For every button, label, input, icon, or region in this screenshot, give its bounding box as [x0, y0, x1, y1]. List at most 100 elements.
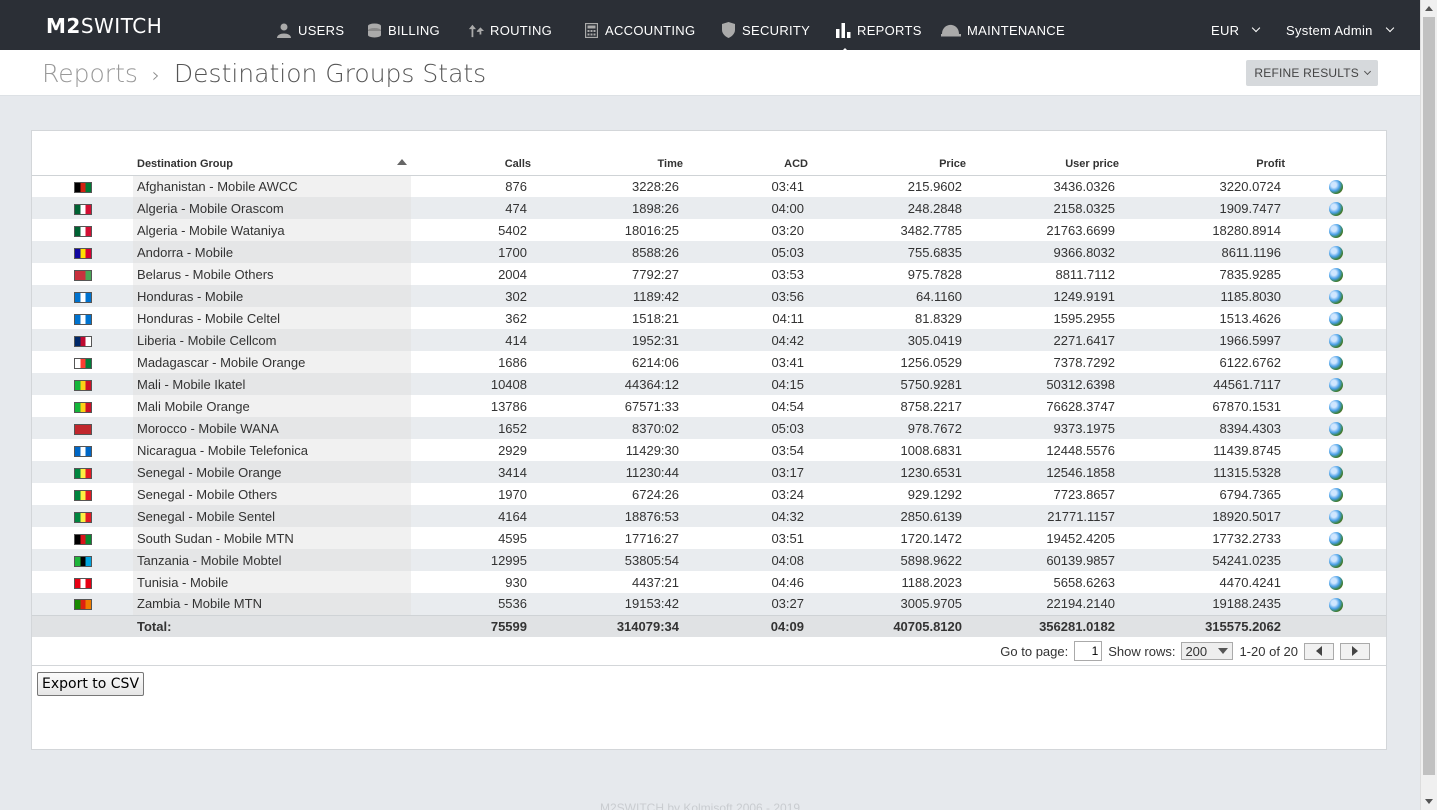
- export-csv-button[interactable]: Export to CSV: [37, 672, 145, 696]
- table-row: Nicaragua - Mobile Telefonica 2929 11429:3…: [32, 439, 1386, 461]
- globe-icon[interactable]: [1328, 531, 1343, 546]
- column-header-time[interactable]: Time: [531, 151, 683, 176]
- show-rows-value: 200: [1185, 643, 1208, 659]
- globe-icon[interactable]: [1328, 421, 1343, 436]
- globe-cell[interactable]: [1285, 197, 1386, 219]
- acd-value: 04:08: [683, 549, 808, 571]
- currency-dropdown[interactable]: EUR: [1211, 18, 1261, 42]
- globe-icon[interactable]: [1328, 399, 1343, 414]
- profit-value: 3220.0724: [1119, 175, 1285, 197]
- breadcrumb-reports-link[interactable]: Reports: [42, 59, 138, 88]
- nav-maintenance[interactable]: MAINTENANCE: [941, 18, 1065, 42]
- globe-icon[interactable]: [1328, 311, 1343, 326]
- goto-page-input[interactable]: [1074, 641, 1103, 661]
- globe-icon[interactable]: [1328, 443, 1343, 458]
- globe-icon[interactable]: [1328, 553, 1343, 568]
- price-value: 8758.2217: [808, 395, 966, 417]
- country-flag-icon: [73, 357, 92, 369]
- globe-cell[interactable]: [1285, 307, 1386, 329]
- globe-icon[interactable]: [1328, 267, 1343, 282]
- time-value: 3228:26: [531, 175, 683, 197]
- table-row: Liberia - Mobile Cellcom 414 1952:31 04:42 3…: [32, 329, 1386, 351]
- globe-cell[interactable]: [1285, 395, 1386, 417]
- globe-cell[interactable]: [1285, 373, 1386, 395]
- column-header-acd[interactable]: ACD: [683, 151, 808, 176]
- nav-billing[interactable]: BILLING: [366, 18, 440, 42]
- globe-cell[interactable]: [1285, 263, 1386, 285]
- globe-cell[interactable]: [1285, 571, 1386, 593]
- globe-cell[interactable]: [1285, 285, 1386, 307]
- globe-icon[interactable]: [1328, 201, 1343, 216]
- table-row: Andorra - Mobile 1700 8588:26 05:03 755.6835…: [32, 241, 1386, 263]
- prev-page-button[interactable]: [1304, 642, 1334, 660]
- globe-icon[interactable]: [1328, 465, 1343, 480]
- globe-icon[interactable]: [1328, 377, 1343, 392]
- globe-cell[interactable]: [1285, 505, 1386, 527]
- globe-cell[interactable]: [1285, 483, 1386, 505]
- flag-cell: [32, 241, 133, 263]
- user-menu[interactable]: System Admin: [1286, 18, 1394, 42]
- table-total-row: Total: 75599 314079:34 04:09 40705.8120 …: [32, 614, 1386, 637]
- arrow-left-icon: [1316, 646, 1322, 656]
- refine-results-label: REFINE RESULTS: [1254, 66, 1359, 80]
- nav-users[interactable]: USERS: [276, 18, 344, 42]
- globe-cell[interactable]: [1285, 549, 1386, 571]
- refine-results-button[interactable]: REFINE RESULTS: [1246, 60, 1378, 86]
- globe-icon[interactable]: [1328, 223, 1343, 238]
- column-header-calls[interactable]: Calls: [411, 151, 531, 176]
- scroll-up-arrow-icon[interactable]: [1425, 6, 1433, 11]
- price-value: 5750.9281: [808, 373, 966, 395]
- profit-value: 6794.7365: [1119, 483, 1285, 505]
- globe-cell[interactable]: [1285, 329, 1386, 351]
- chevron-down-icon: [1252, 23, 1261, 33]
- nav-reports[interactable]: REPORTS: [835, 18, 922, 54]
- column-header-profit[interactable]: Profit: [1119, 151, 1285, 176]
- nav-routing[interactable]: ROUTING: [468, 18, 552, 42]
- time-value: 6214:06: [531, 351, 683, 373]
- sort-asc-icon: [397, 158, 407, 165]
- globe-cell[interactable]: [1285, 417, 1386, 439]
- calls-value: 5536: [411, 593, 531, 615]
- globe-icon[interactable]: [1328, 509, 1343, 524]
- globe-icon[interactable]: [1328, 180, 1343, 195]
- globe-cell[interactable]: [1285, 219, 1386, 241]
- price-value: 929.1292: [808, 483, 966, 505]
- nav-accounting[interactable]: ACCOUNTING: [583, 18, 695, 42]
- scrollbar-thumb[interactable]: [1423, 17, 1435, 775]
- globe-icon[interactable]: [1328, 575, 1343, 590]
- flag-cell: [32, 175, 133, 197]
- globe-icon[interactable]: [1328, 355, 1343, 370]
- globe-icon[interactable]: [1328, 597, 1343, 612]
- profit-value: 54241.0235: [1119, 549, 1285, 571]
- column-header-user-price[interactable]: User price: [966, 151, 1119, 176]
- app-logo[interactable]: M2SWITCH: [46, 14, 162, 38]
- flag-cell: [32, 417, 133, 439]
- globe-cell[interactable]: [1285, 593, 1386, 615]
- flag-cell: [32, 593, 133, 615]
- show-rows-select[interactable]: 200: [1181, 642, 1234, 660]
- top-navbar: M2SWITCH USERS BILLING ROUTING ACCOUNTIN…: [0, 0, 1420, 54]
- calls-value: 302: [411, 285, 531, 307]
- page-scrollbar[interactable]: [1420, 0, 1437, 810]
- next-page-button[interactable]: [1340, 642, 1370, 660]
- calls-value: 1686: [411, 351, 531, 373]
- globe-cell[interactable]: [1285, 351, 1386, 373]
- destination-group-name: Mali - Mobile Ikatel: [133, 373, 411, 395]
- globe-cell[interactable]: [1285, 175, 1386, 197]
- country-flag-icon: [73, 401, 92, 413]
- globe-cell[interactable]: [1285, 439, 1386, 461]
- nav-security[interactable]: SECURITY: [720, 18, 810, 42]
- globe-cell[interactable]: [1285, 241, 1386, 263]
- table-row: Mali - Mobile Ikatel 10408 44364:12 04:15 57…: [32, 373, 1386, 395]
- column-header-destination-group[interactable]: Destination Group: [133, 151, 411, 176]
- scroll-down-arrow-icon[interactable]: [1425, 799, 1433, 804]
- globe-icon[interactable]: [1328, 245, 1343, 260]
- column-header-label: Destination Group: [137, 157, 233, 170]
- globe-icon[interactable]: [1328, 289, 1343, 304]
- globe-icon[interactable]: [1328, 487, 1343, 502]
- column-header-price[interactable]: Price: [808, 151, 966, 176]
- globe-cell[interactable]: [1285, 461, 1386, 483]
- user-price-value: 7378.7292: [966, 351, 1119, 373]
- globe-icon[interactable]: [1328, 333, 1343, 348]
- globe-cell[interactable]: [1285, 527, 1386, 549]
